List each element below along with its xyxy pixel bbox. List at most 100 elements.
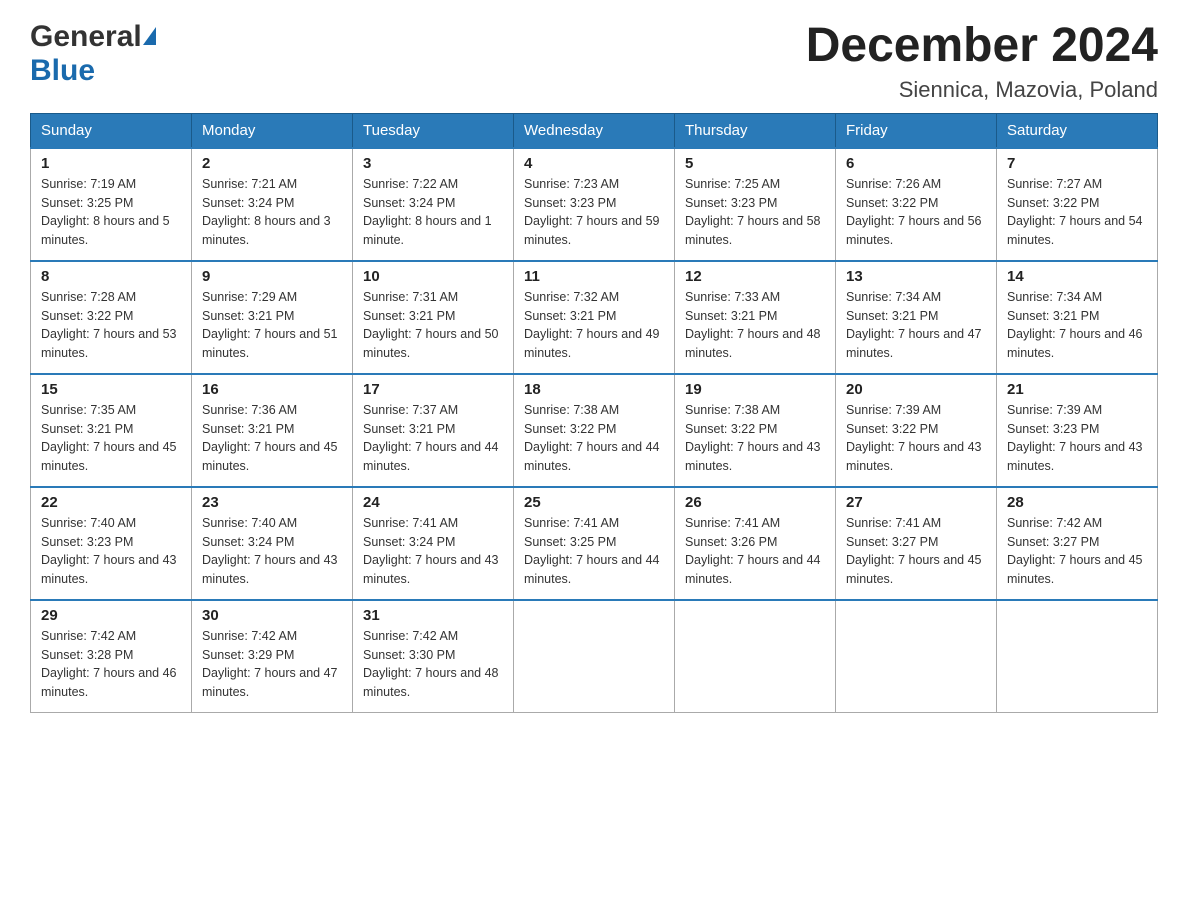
day-number: 4 [524,155,664,172]
day-info: Sunrise: 7:27 AM Sunset: 3:22 PM Dayligh… [1007,175,1147,250]
calendar-cell: 15 Sunrise: 7:35 AM Sunset: 3:21 PM Dayl… [31,374,192,487]
day-info: Sunrise: 7:39 AM Sunset: 3:23 PM Dayligh… [1007,401,1147,476]
day-number: 2 [202,155,342,172]
day-info: Sunrise: 7:41 AM Sunset: 3:26 PM Dayligh… [685,514,825,589]
calendar-cell: 25 Sunrise: 7:41 AM Sunset: 3:25 PM Dayl… [514,487,675,600]
day-info: Sunrise: 7:31 AM Sunset: 3:21 PM Dayligh… [363,288,503,363]
day-info: Sunrise: 7:42 AM Sunset: 3:30 PM Dayligh… [363,627,503,702]
calendar-cell [997,600,1158,713]
calendar-cell: 30 Sunrise: 7:42 AM Sunset: 3:29 PM Dayl… [192,600,353,713]
day-number: 6 [846,155,986,172]
day-number: 26 [685,494,825,511]
day-number: 24 [363,494,503,511]
calendar-cell: 19 Sunrise: 7:38 AM Sunset: 3:22 PM Dayl… [675,374,836,487]
day-info: Sunrise: 7:38 AM Sunset: 3:22 PM Dayligh… [685,401,825,476]
calendar-cell: 16 Sunrise: 7:36 AM Sunset: 3:21 PM Dayl… [192,374,353,487]
calendar-cell: 5 Sunrise: 7:25 AM Sunset: 3:23 PM Dayli… [675,148,836,261]
day-header-monday: Monday [192,113,353,148]
calendar-cell: 10 Sunrise: 7:31 AM Sunset: 3:21 PM Dayl… [353,261,514,374]
calendar-cell: 1 Sunrise: 7:19 AM Sunset: 3:25 PM Dayli… [31,148,192,261]
month-title: December 2024 [806,20,1158,73]
day-number: 11 [524,268,664,285]
day-info: Sunrise: 7:21 AM Sunset: 3:24 PM Dayligh… [202,175,342,250]
day-info: Sunrise: 7:25 AM Sunset: 3:23 PM Dayligh… [685,175,825,250]
day-number: 30 [202,607,342,624]
day-number: 8 [41,268,181,285]
calendar-cell [836,600,997,713]
calendar-cell: 14 Sunrise: 7:34 AM Sunset: 3:21 PM Dayl… [997,261,1158,374]
logo-general: General [30,20,142,54]
day-number: 9 [202,268,342,285]
day-number: 13 [846,268,986,285]
title-section: December 2024 Siennica, Mazovia, Poland [806,20,1158,103]
day-header-friday: Friday [836,113,997,148]
calendar-cell: 24 Sunrise: 7:41 AM Sunset: 3:24 PM Dayl… [353,487,514,600]
day-info: Sunrise: 7:42 AM Sunset: 3:29 PM Dayligh… [202,627,342,702]
day-number: 22 [41,494,181,511]
calendar-cell: 22 Sunrise: 7:40 AM Sunset: 3:23 PM Dayl… [31,487,192,600]
day-number: 28 [1007,494,1147,511]
day-number: 10 [363,268,503,285]
day-number: 17 [363,381,503,398]
logo: General Blue [30,20,156,88]
calendar-cell: 9 Sunrise: 7:29 AM Sunset: 3:21 PM Dayli… [192,261,353,374]
day-number: 27 [846,494,986,511]
calendar-cell: 6 Sunrise: 7:26 AM Sunset: 3:22 PM Dayli… [836,148,997,261]
day-info: Sunrise: 7:40 AM Sunset: 3:23 PM Dayligh… [41,514,181,589]
day-number: 19 [685,381,825,398]
calendar-week-row: 29 Sunrise: 7:42 AM Sunset: 3:28 PM Dayl… [31,600,1158,713]
calendar-week-row: 15 Sunrise: 7:35 AM Sunset: 3:21 PM Dayl… [31,374,1158,487]
calendar-cell: 3 Sunrise: 7:22 AM Sunset: 3:24 PM Dayli… [353,148,514,261]
day-number: 12 [685,268,825,285]
calendar-cell: 31 Sunrise: 7:42 AM Sunset: 3:30 PM Dayl… [353,600,514,713]
day-number: 16 [202,381,342,398]
day-header-wednesday: Wednesday [514,113,675,148]
calendar-table: SundayMondayTuesdayWednesdayThursdayFrid… [30,113,1158,713]
day-number: 7 [1007,155,1147,172]
day-info: Sunrise: 7:33 AM Sunset: 3:21 PM Dayligh… [685,288,825,363]
day-number: 31 [363,607,503,624]
day-number: 25 [524,494,664,511]
day-header-thursday: Thursday [675,113,836,148]
page-header: General Blue December 2024 Siennica, Maz… [30,20,1158,103]
calendar-cell [675,600,836,713]
day-info: Sunrise: 7:34 AM Sunset: 3:21 PM Dayligh… [846,288,986,363]
day-info: Sunrise: 7:37 AM Sunset: 3:21 PM Dayligh… [363,401,503,476]
calendar-cell: 11 Sunrise: 7:32 AM Sunset: 3:21 PM Dayl… [514,261,675,374]
day-info: Sunrise: 7:36 AM Sunset: 3:21 PM Dayligh… [202,401,342,476]
day-info: Sunrise: 7:34 AM Sunset: 3:21 PM Dayligh… [1007,288,1147,363]
day-info: Sunrise: 7:41 AM Sunset: 3:27 PM Dayligh… [846,514,986,589]
calendar-cell: 7 Sunrise: 7:27 AM Sunset: 3:22 PM Dayli… [997,148,1158,261]
day-number: 3 [363,155,503,172]
day-number: 23 [202,494,342,511]
day-info: Sunrise: 7:28 AM Sunset: 3:22 PM Dayligh… [41,288,181,363]
day-number: 29 [41,607,181,624]
day-number: 20 [846,381,986,398]
day-number: 21 [1007,381,1147,398]
calendar-cell: 18 Sunrise: 7:38 AM Sunset: 3:22 PM Dayl… [514,374,675,487]
logo-blue: Blue [30,54,95,87]
day-number: 1 [41,155,181,172]
day-info: Sunrise: 7:39 AM Sunset: 3:22 PM Dayligh… [846,401,986,476]
day-info: Sunrise: 7:40 AM Sunset: 3:24 PM Dayligh… [202,514,342,589]
calendar-week-row: 8 Sunrise: 7:28 AM Sunset: 3:22 PM Dayli… [31,261,1158,374]
logo-arrow-icon [143,27,156,45]
calendar-cell: 20 Sunrise: 7:39 AM Sunset: 3:22 PM Dayl… [836,374,997,487]
day-info: Sunrise: 7:26 AM Sunset: 3:22 PM Dayligh… [846,175,986,250]
calendar-cell: 13 Sunrise: 7:34 AM Sunset: 3:21 PM Dayl… [836,261,997,374]
calendar-cell: 21 Sunrise: 7:39 AM Sunset: 3:23 PM Dayl… [997,374,1158,487]
day-header-tuesday: Tuesday [353,113,514,148]
calendar-cell: 4 Sunrise: 7:23 AM Sunset: 3:23 PM Dayli… [514,148,675,261]
day-info: Sunrise: 7:41 AM Sunset: 3:24 PM Dayligh… [363,514,503,589]
calendar-header-row: SundayMondayTuesdayWednesdayThursdayFrid… [31,113,1158,148]
day-info: Sunrise: 7:41 AM Sunset: 3:25 PM Dayligh… [524,514,664,589]
day-info: Sunrise: 7:42 AM Sunset: 3:28 PM Dayligh… [41,627,181,702]
location-title: Siennica, Mazovia, Poland [806,77,1158,103]
day-info: Sunrise: 7:32 AM Sunset: 3:21 PM Dayligh… [524,288,664,363]
day-header-sunday: Sunday [31,113,192,148]
day-info: Sunrise: 7:42 AM Sunset: 3:27 PM Dayligh… [1007,514,1147,589]
calendar-cell [514,600,675,713]
calendar-cell: 29 Sunrise: 7:42 AM Sunset: 3:28 PM Dayl… [31,600,192,713]
day-number: 18 [524,381,664,398]
day-number: 14 [1007,268,1147,285]
